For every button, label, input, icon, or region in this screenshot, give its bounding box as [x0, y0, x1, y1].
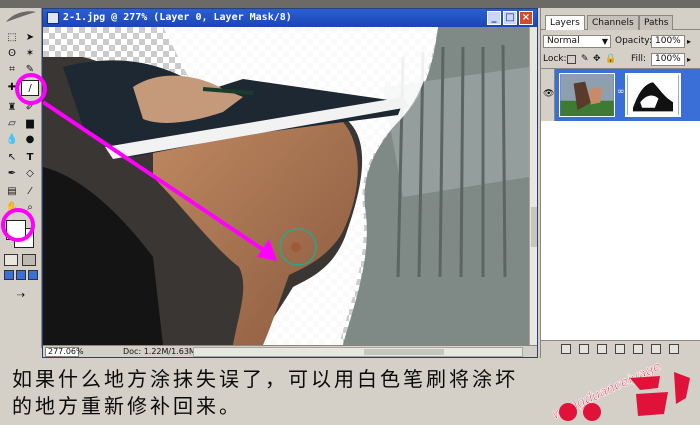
new-group-icon[interactable]: [633, 344, 643, 354]
lock-pixels-icon[interactable]: ✎: [581, 52, 589, 67]
layer-thumbnail: [559, 73, 615, 117]
dodge-tool-icon[interactable]: ●: [21, 132, 39, 148]
zoom-field[interactable]: 277.06%: [45, 347, 84, 357]
screen-mode-standard-icon[interactable]: [4, 270, 14, 280]
watermark-logo: wangduanceiyage: [550, 359, 690, 423]
opacity-field[interactable]: 100%: [651, 35, 685, 48]
chevron-down-icon: ▼: [601, 37, 608, 46]
status-bar: 277.06% Doc: 1.22M/1.63M: [43, 345, 537, 357]
link-layers-icon[interactable]: [561, 344, 571, 354]
screenshot-stage: ⬚ ➤ ʘ ✶ ⌗ ✎ ✚ / ♜ ✐ ▱ ▆ 💧 ● ↖ T ✒ ◇ ▤ ⁄ …: [0, 0, 700, 425]
document-title-bar[interactable]: 2-1.jpg @ 277% (Layer 0, Layer Mask/8) _…: [43, 9, 537, 27]
visibility-column: 👁: [541, 69, 555, 121]
eraser-tool-icon[interactable]: ▱: [3, 116, 21, 132]
lasso-tool-icon[interactable]: ʘ: [3, 46, 21, 62]
close-button[interactable]: ×: [519, 11, 533, 25]
tab-layers[interactable]: Layers: [545, 15, 585, 30]
pen-tool-icon[interactable]: ✒: [3, 166, 21, 182]
blend-opacity-row: Normal ▼ Opacity: 100% ▸: [543, 34, 699, 49]
foreground-color-swatch[interactable]: [6, 220, 26, 240]
path-select-tool-icon[interactable]: ↖: [3, 150, 21, 166]
quick-mask-mode-icon[interactable]: [22, 254, 36, 266]
opacity-label: Opacity:: [615, 36, 652, 46]
tab-channels[interactable]: Channels: [587, 15, 639, 30]
caption-line-1: 如果什么地方涂抹失误了，可以用白色笔刷将涂坏: [12, 367, 518, 391]
lock-transparency-checkbox[interactable]: [567, 55, 576, 64]
fill-label: Fill:: [631, 54, 647, 64]
menu-bar-strip: [0, 0, 700, 8]
panel-tabs: Layers Channels Paths: [541, 14, 700, 30]
eyedropper-tool-icon[interactable]: ⁄: [21, 184, 39, 200]
document-title: 2-1.jpg @ 277% (Layer 0, Layer Mask/8): [63, 12, 292, 23]
lock-all-icon[interactable]: 🔒: [605, 52, 616, 67]
lock-fill-row: Lock: ✎ ✥ 🔒 Fill: 100% ▸: [543, 52, 699, 67]
trash-icon[interactable]: [669, 344, 679, 354]
marquee-tool-icon[interactable]: ⬚: [3, 30, 21, 46]
adjustment-layer-icon[interactable]: [615, 344, 625, 354]
lock-position-icon[interactable]: ✥: [593, 52, 601, 67]
caption-text: 如果什么地方涂抹失误了，可以用白色笔刷将涂坏 的地方重新修补回来。: [12, 366, 532, 420]
jump-to-imageready-icon[interactable]: ⇢: [8, 288, 34, 302]
horizontal-scroll-thumb[interactable]: [364, 349, 444, 355]
healing-tool-icon[interactable]: ✚: [3, 80, 21, 96]
add-mask-icon[interactable]: [597, 344, 607, 354]
layer-row-layer-0[interactable]: ∞: [555, 69, 700, 121]
layer-list: 👁 ∞: [541, 68, 700, 340]
toolbox: ⬚ ➤ ʘ ✶ ⌗ ✎ ✚ / ♜ ✐ ▱ ▆ 💧 ● ↖ T ✒ ◇ ▤ ⁄ …: [0, 8, 42, 348]
screen-mode-full-icon[interactable]: [28, 270, 38, 280]
eye-icon[interactable]: 👁: [543, 89, 554, 99]
tab-paths[interactable]: Paths: [639, 15, 674, 30]
caption-area: 如果什么地方涂抹失误了，可以用白色笔刷将涂坏 的地方重新修补回来。 wangdu…: [0, 358, 700, 425]
history-brush-tool-icon[interactable]: ✐: [21, 100, 39, 116]
standard-mode-icon[interactable]: [4, 254, 18, 266]
brush-tool-icon[interactable]: /: [21, 80, 39, 96]
lock-label: Lock:: [543, 54, 567, 64]
notes-tool-icon[interactable]: ▤: [3, 184, 21, 200]
layers-panel: Layers Channels Paths Normal ▼ Opacity: …: [540, 8, 700, 358]
feather-logo-icon: [6, 11, 36, 22]
crop-tool-icon[interactable]: ⌗: [3, 62, 21, 78]
vertical-scrollbar[interactable]: [529, 27, 537, 345]
zoom-tool-icon[interactable]: ⌕: [21, 200, 39, 216]
move-tool-icon[interactable]: ➤: [21, 30, 39, 46]
maximize-button[interactable]: □: [503, 11, 517, 25]
shape-tool-icon[interactable]: ◇: [21, 166, 39, 182]
screen-mode-menu-icon[interactable]: [16, 270, 26, 280]
doc-size-readout: Doc: 1.22M/1.63M: [123, 347, 196, 356]
caption-line-2: 的地方重新修补回来。: [12, 394, 242, 418]
layers-panel-footer: [541, 340, 700, 358]
layer-mask-thumbnail[interactable]: [625, 73, 681, 117]
type-tool-icon[interactable]: T: [21, 150, 39, 166]
gradient-tool-icon[interactable]: ▆: [21, 116, 39, 132]
fill-field[interactable]: 100%: [651, 53, 685, 66]
document-window: 2-1.jpg @ 277% (Layer 0, Layer Mask/8) _…: [42, 8, 538, 358]
slice-tool-icon[interactable]: ✎: [21, 62, 39, 78]
horizontal-scrollbar[interactable]: [193, 347, 523, 357]
new-layer-icon[interactable]: [651, 344, 661, 354]
image-canvas[interactable]: [43, 27, 529, 345]
blend-mode-value: Normal: [547, 36, 580, 46]
hand-tool-icon[interactable]: ✋: [3, 200, 21, 216]
mask-link-icon[interactable]: ∞: [617, 87, 625, 99]
blend-mode-select[interactable]: Normal ▼: [543, 35, 611, 48]
blur-tool-icon[interactable]: 💧: [3, 132, 21, 148]
magic-wand-tool-icon[interactable]: ✶: [21, 46, 39, 62]
minimize-button[interactable]: _: [487, 11, 501, 25]
opacity-arrow-icon[interactable]: ▸: [687, 34, 691, 49]
document-icon: [47, 12, 59, 24]
stamp-tool-icon[interactable]: ♜: [3, 100, 21, 116]
layer-style-icon[interactable]: [579, 344, 589, 354]
vertical-scroll-thumb[interactable]: [531, 207, 537, 247]
fill-arrow-icon[interactable]: ▸: [687, 52, 691, 67]
